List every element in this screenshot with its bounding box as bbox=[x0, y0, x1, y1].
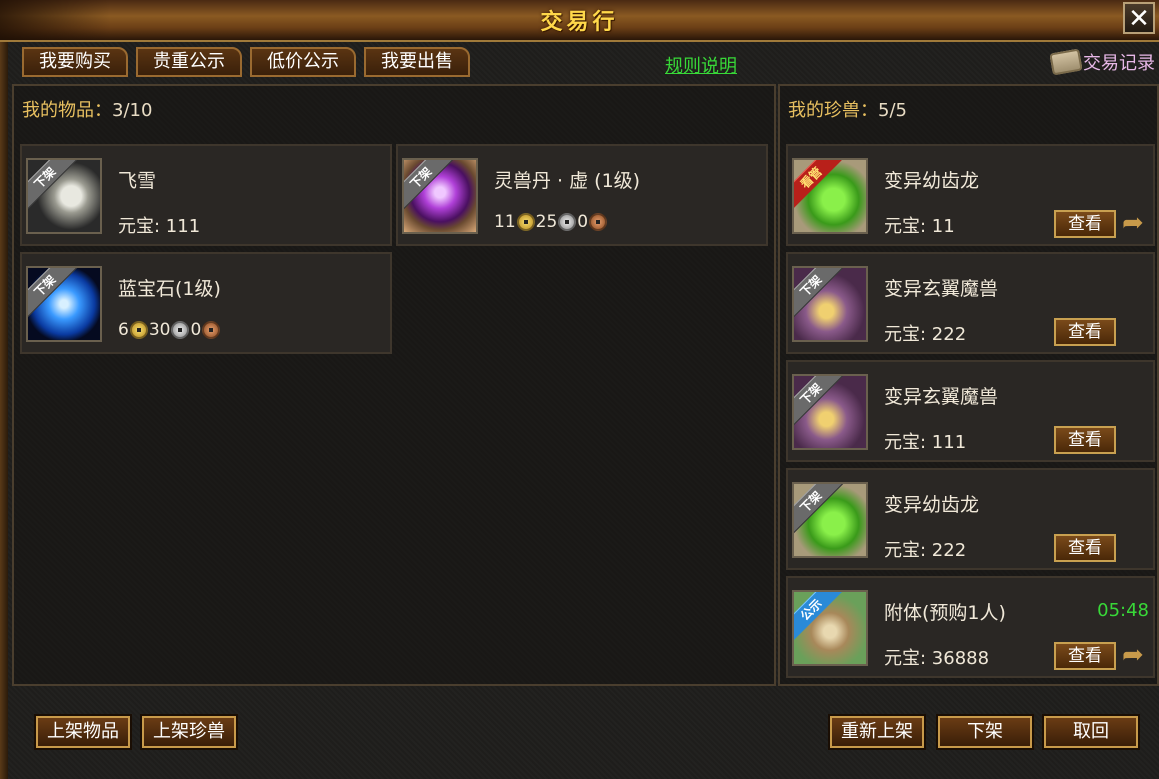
main-area: 我要购买 贵重公示 低价公示 我要出售 规则说明 交易记录 我的物品：3/10 … bbox=[8, 42, 1159, 779]
list-item-button[interactable]: 上架物品 bbox=[36, 716, 130, 748]
rules-link[interactable]: 规则说明 bbox=[665, 52, 737, 78]
pet-card[interactable]: 公示 附体(预购1人) 05:48 元宝: 36888 查看 ➦ bbox=[786, 576, 1155, 678]
pet-price: 元宝: 111 bbox=[884, 432, 967, 453]
pet-card[interactable]: 看管 变异幼齿龙 元宝: 11 查看 ➦ bbox=[786, 144, 1155, 246]
my-pets-panel: 我的珍兽：5/5 看管 变异幼齿龙 元宝: 11 查看 ➦ 下架 变异玄翼魔兽 … bbox=[778, 84, 1159, 686]
pet-icon-slot: 看管 bbox=[792, 158, 868, 234]
silver-amount: 25 bbox=[535, 212, 558, 232]
my-pets-label: 我的珍兽： bbox=[788, 100, 878, 121]
share-arrow-icon[interactable]: ➦ bbox=[1122, 642, 1152, 668]
pet-icon-slot: 公示 bbox=[792, 590, 868, 666]
tab-lowprice-notice[interactable]: 低价公示 bbox=[250, 47, 356, 77]
item-name: 飞雪 bbox=[118, 170, 157, 192]
my-items-header: 我的物品：3/10 bbox=[22, 96, 152, 122]
silver-coin-icon bbox=[171, 321, 190, 339]
item-name: 灵兽丹 · 虚 (1级) bbox=[494, 170, 641, 192]
view-button[interactable]: 查看 bbox=[1054, 642, 1116, 670]
my-pets-count: 5/5 bbox=[878, 100, 907, 121]
left-frame-edge bbox=[0, 42, 8, 779]
gold-amount: 11 bbox=[494, 212, 516, 232]
tab-sell[interactable]: 我要出售 bbox=[364, 47, 470, 77]
item-name: 蓝宝石(1级) bbox=[118, 278, 221, 300]
scroll-icon bbox=[1049, 48, 1083, 76]
item-icon-slot: 下架 bbox=[26, 158, 102, 234]
pet-card[interactable]: 下架 变异幼齿龙 元宝: 222 查看 bbox=[786, 468, 1155, 570]
item-card[interactable]: 下架 灵兽丹 · 虚 (1级) 11 25 0 bbox=[396, 144, 768, 246]
trade-record-button[interactable]: 交易记录 bbox=[1049, 48, 1155, 76]
copper-coin-icon bbox=[202, 321, 221, 339]
item-card[interactable]: 下架 蓝宝石(1级) 6 30 0 bbox=[20, 252, 392, 354]
item-price-coins: 11 25 0 bbox=[494, 212, 608, 232]
item-price: 元宝: 111 bbox=[118, 216, 201, 237]
item-icon-slot: 下架 bbox=[26, 266, 102, 342]
pet-icon-slot: 下架 bbox=[792, 374, 868, 450]
delist-button[interactable]: 下架 bbox=[938, 716, 1032, 748]
pet-card[interactable]: 下架 变异玄翼魔兽 元宝: 222 查看 bbox=[786, 252, 1155, 354]
my-items-panel: 我的物品：3/10 下架 飞雪 元宝: 111 下架 灵兽丹 · 虚 (1级) … bbox=[12, 84, 776, 686]
countdown-timer: 05:48 bbox=[1097, 600, 1149, 621]
item-price-coins: 6 30 0 bbox=[118, 320, 221, 340]
pet-icon-slot: 下架 bbox=[792, 482, 868, 558]
copper-coin-icon bbox=[589, 213, 608, 231]
retrieve-button[interactable]: 取回 bbox=[1044, 716, 1138, 748]
my-pets-header: 我的珍兽：5/5 bbox=[788, 96, 907, 122]
item-card[interactable]: 下架 飞雪 元宝: 111 bbox=[20, 144, 392, 246]
view-button[interactable]: 查看 bbox=[1054, 318, 1116, 346]
gold-coin-icon bbox=[516, 213, 535, 231]
close-button[interactable]: ✕ bbox=[1123, 2, 1155, 34]
my-items-count: 3/10 bbox=[112, 100, 153, 121]
relist-button[interactable]: 重新上架 bbox=[830, 716, 924, 748]
trade-record-label: 交易记录 bbox=[1083, 53, 1155, 74]
tab-valuable-notice[interactable]: 贵重公示 bbox=[136, 47, 242, 77]
gold-amount: 6 bbox=[118, 320, 129, 340]
my-items-label: 我的物品： bbox=[22, 100, 112, 121]
pet-price: 元宝: 11 bbox=[884, 216, 955, 237]
item-icon-slot: 下架 bbox=[402, 158, 478, 234]
pet-name: 变异幼齿龙 bbox=[884, 494, 980, 516]
pet-name: 变异玄翼魔兽 bbox=[884, 278, 999, 300]
silver-amount: 30 bbox=[148, 320, 171, 340]
copper-amount: 0 bbox=[190, 320, 202, 340]
pet-price: 元宝: 36888 bbox=[884, 648, 990, 669]
view-button[interactable]: 查看 bbox=[1054, 210, 1116, 238]
close-icon: ✕ bbox=[1128, 4, 1150, 34]
title-bar: 交易行 ✕ bbox=[0, 0, 1159, 42]
pet-name: 附体(预购1人) bbox=[884, 602, 1006, 624]
copper-amount: 0 bbox=[577, 212, 589, 232]
view-button[interactable]: 查看 bbox=[1054, 426, 1116, 454]
pet-price: 元宝: 222 bbox=[884, 324, 967, 345]
pet-card[interactable]: 下架 变异玄翼魔兽 元宝: 111 查看 bbox=[786, 360, 1155, 462]
share-arrow-icon[interactable]: ➦ bbox=[1122, 210, 1152, 236]
pet-name: 变异幼齿龙 bbox=[884, 170, 980, 192]
pet-icon-slot: 下架 bbox=[792, 266, 868, 342]
tab-buy[interactable]: 我要购买 bbox=[22, 47, 128, 77]
silver-coin-icon bbox=[558, 213, 577, 231]
gold-coin-icon bbox=[129, 321, 148, 339]
view-button[interactable]: 查看 bbox=[1054, 534, 1116, 562]
window-title: 交易行 bbox=[540, 10, 619, 35]
list-pet-button[interactable]: 上架珍兽 bbox=[142, 716, 236, 748]
pet-name: 变异玄翼魔兽 bbox=[884, 386, 999, 408]
pet-price: 元宝: 222 bbox=[884, 540, 967, 561]
